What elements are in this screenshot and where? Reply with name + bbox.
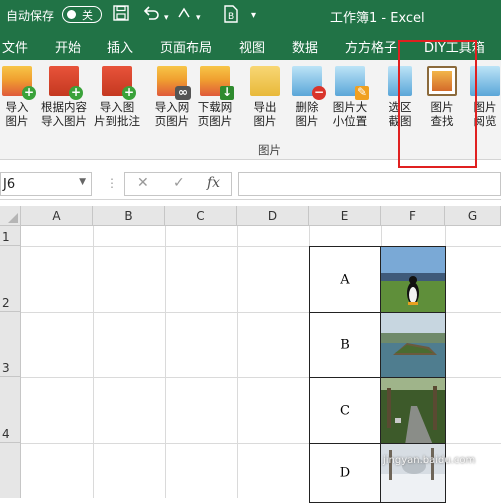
col-header-a[interactable]: A	[21, 206, 93, 226]
cell-e4[interactable]: C	[309, 377, 381, 444]
col-header-f[interactable]: F	[381, 206, 445, 226]
row-header-2[interactable]: 2	[0, 246, 21, 312]
confirm-icon[interactable]: ✓	[173, 175, 185, 191]
col-header-b[interactable]: B	[93, 206, 165, 226]
image-link-icon: ∞	[157, 66, 191, 100]
tab-insert[interactable]: 插入	[107, 37, 133, 56]
redo-icon[interactable]	[176, 5, 192, 25]
more-icon: ⋮	[106, 176, 118, 190]
cell-e5[interactable]: D	[309, 443, 381, 503]
import-web-image-button[interactable]: ∞ 导入网 页图片	[152, 66, 192, 128]
spreadsheet-grid: A B C D E F G 1 2 3 4 A B C D	[0, 200, 501, 503]
save-icon[interactable]	[113, 5, 129, 25]
image-add-icon: +	[49, 66, 83, 100]
image-resize-icon: ✎	[335, 66, 369, 100]
title-bar: 自动保存 关 ▾ ▾ B ▾ 工作簿1 - Excel	[0, 0, 501, 30]
col-header-e[interactable]: E	[309, 206, 381, 226]
highlight-box	[398, 40, 477, 168]
import-to-comment-button[interactable]: + 导入图 片到批注	[92, 66, 142, 128]
row-header-3[interactable]: 3	[0, 312, 21, 377]
name-box[interactable]: J6 ▼	[0, 172, 92, 196]
tab-view[interactable]: 视图	[239, 37, 265, 56]
tab-page-layout[interactable]: 页面布局	[160, 37, 212, 56]
more-icon[interactable]: ▾	[251, 7, 256, 25]
row-header-1[interactable]: 1	[0, 226, 21, 246]
autosave-label: 自动保存	[6, 9, 55, 23]
image-download-icon: ↓	[200, 66, 234, 100]
toggle-state: 关	[82, 8, 93, 22]
document-title: 工作簿1 - Excel	[330, 11, 425, 26]
tab-data[interactable]: 数据	[292, 37, 318, 56]
col-header-d[interactable]: D	[237, 206, 309, 226]
download-web-image-button[interactable]: ↓ 下载网 页图片	[195, 66, 235, 128]
formula-buttons: ✕ ✓ fx	[124, 172, 232, 196]
image-add-icon: +	[2, 66, 36, 100]
undo-dropdown-icon[interactable]: ▾	[164, 9, 169, 27]
svg-text:B: B	[228, 12, 234, 22]
formula-input[interactable]	[238, 172, 501, 196]
row-header-4[interactable]: 4	[0, 377, 21, 443]
cell-e3[interactable]: B	[309, 312, 381, 378]
chevron-down-icon[interactable]: ▼	[79, 177, 86, 187]
col-header-c[interactable]: C	[165, 206, 237, 226]
tab-fangfang[interactable]: 方方格子	[345, 37, 397, 56]
image-delete-icon: −	[292, 66, 326, 100]
col-header-g[interactable]: G	[445, 206, 501, 226]
formula-bar: J6 ▼ ⋮ ✕ ✓ fx	[0, 168, 501, 200]
row-header-5[interactable]	[0, 443, 21, 498]
group-label: 图片	[258, 143, 281, 157]
penguin-photo[interactable]	[380, 246, 446, 313]
road-photo[interactable]	[380, 377, 446, 444]
undo-icon[interactable]	[143, 5, 161, 25]
toggle-knob	[67, 10, 76, 19]
island-photo[interactable]	[380, 312, 446, 378]
export-image-button[interactable]: 导出 图片	[248, 66, 282, 128]
cell-e2[interactable]: A	[309, 246, 381, 313]
image-size-position-button[interactable]: ✎ 图片大 小位置	[330, 66, 370, 128]
delete-image-button[interactable]: − 删除 图片	[290, 66, 326, 128]
import-image-button[interactable]: + 导入 图片	[2, 66, 36, 128]
cancel-icon[interactable]: ✕	[137, 175, 149, 191]
tab-file[interactable]: 文件	[2, 37, 28, 56]
import-by-content-button[interactable]: + 根据内容 导入图片	[38, 66, 90, 128]
folder-export-icon	[250, 66, 280, 96]
customize-icon[interactable]: ▾	[196, 9, 201, 27]
watermark: jingyan.baidu.com	[383, 455, 476, 466]
fx-icon[interactable]: fx	[207, 175, 220, 191]
autosave-toggle[interactable]: 关	[62, 6, 102, 23]
image-comment-icon: +	[102, 66, 136, 100]
tab-home[interactable]: 开始	[55, 37, 81, 56]
select-all-corner[interactable]	[0, 206, 21, 226]
winter-photo[interactable]	[380, 443, 446, 503]
file-icon[interactable]: B	[223, 5, 239, 27]
